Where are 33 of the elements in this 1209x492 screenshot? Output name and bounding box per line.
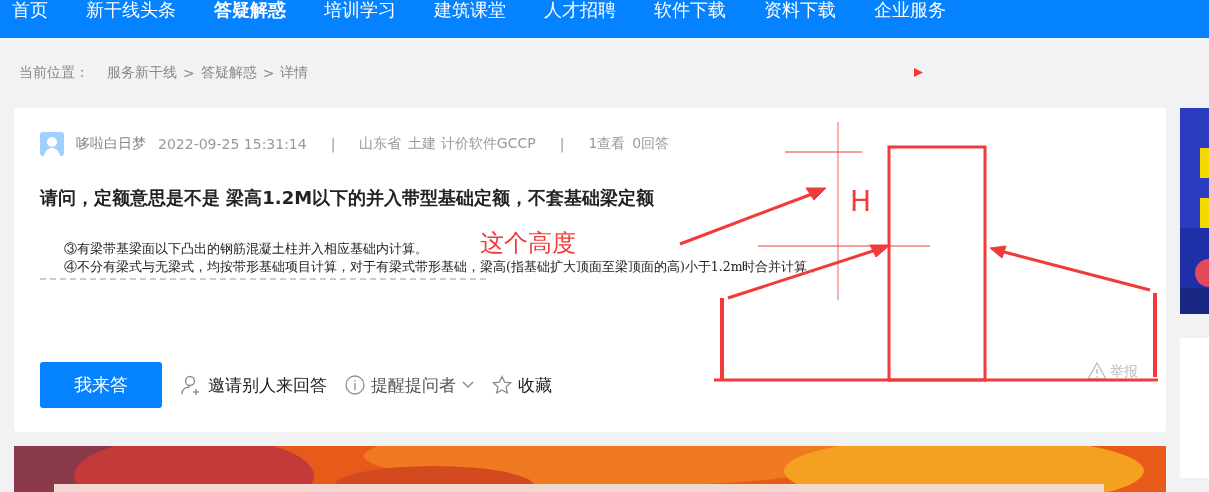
document-text: ④不分有梁式与无梁式，均按带形基础项目计算，对于有梁式带形基础，梁高(指基础扩大顶面至梁顶面的高)小于1.2m时合并计算， bbox=[64, 258, 821, 276]
nav-link[interactable]: 资料下载 bbox=[764, 0, 836, 21]
report-link[interactable]: 举报 bbox=[1087, 362, 1138, 380]
answer-count: 0回答 bbox=[632, 135, 670, 153]
category-text: 土建 计价软件GCCP bbox=[408, 135, 536, 153]
breadcrumb-label: 当前位置： bbox=[19, 64, 89, 82]
document-text: ③有梁带基梁面以下凸出的钢筋混凝土柱并入相应基础内计算。 bbox=[64, 240, 428, 258]
remind-link[interactable]: 提醒提问者 bbox=[345, 373, 474, 397]
breadcrumb-separator: > bbox=[183, 65, 195, 81]
nav-link[interactable]: 软件下载 bbox=[654, 0, 726, 21]
post-time: 2022-09-25 15:31:14 bbox=[158, 136, 307, 152]
invite-link[interactable]: 邀请别人来回答 bbox=[180, 373, 327, 397]
nav-link[interactable]: 答疑解惑 bbox=[214, 0, 286, 21]
annotation-label: 这个高度 bbox=[480, 229, 576, 257]
breadcrumb-link[interactable]: 答疑解惑 bbox=[200, 64, 257, 82]
region-text: 山东省 bbox=[359, 135, 402, 153]
question-title: 请问，定额意思是不是 梁高1.2M以下的并入带型基础定额，不套基础梁定额 bbox=[40, 186, 655, 210]
nav-link[interactable]: 培训学习 bbox=[324, 0, 396, 21]
view-count: 1查看 bbox=[588, 135, 626, 153]
breadcrumb-link[interactable]: 服务新干线 bbox=[107, 64, 177, 82]
nav-link[interactable]: 首页 bbox=[12, 0, 48, 21]
nav-link[interactable]: 企业服务 bbox=[874, 0, 946, 21]
nav-link[interactable]: 新干线头条 bbox=[86, 0, 176, 21]
author-name[interactable]: 哆啦白日梦 bbox=[76, 135, 146, 153]
nav-link[interactable]: 建筑课堂 bbox=[434, 0, 506, 21]
nav-link[interactable]: 人才招聘 bbox=[544, 0, 616, 21]
annotation-label: H bbox=[850, 185, 872, 218]
divider-text: | bbox=[330, 136, 336, 152]
answer-button[interactable]: 我来答 bbox=[40, 362, 162, 408]
breadcrumb-link[interactable]: 详情 bbox=[280, 64, 309, 82]
favorite-link[interactable]: 收藏 bbox=[492, 373, 552, 397]
divider-text: | bbox=[559, 136, 565, 152]
breadcrumb-separator: > bbox=[262, 65, 275, 81]
